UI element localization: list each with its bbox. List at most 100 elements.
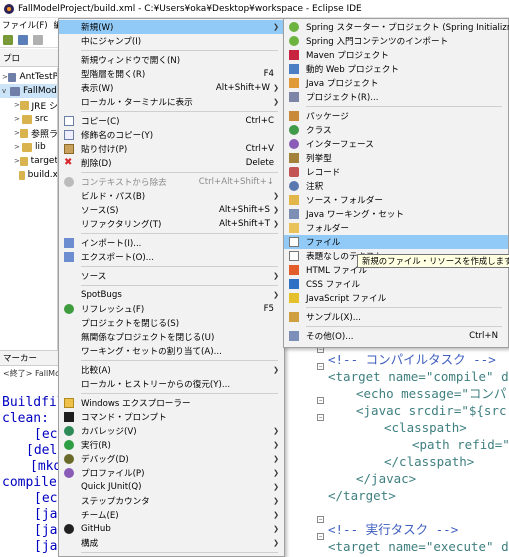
context-menu-item-label: ワーキング・セットの割り当て(A)... bbox=[81, 347, 222, 357]
console-line: [jav bbox=[34, 523, 58, 538]
context-menu-item[interactable]: コマンド・プロンプト bbox=[59, 410, 284, 424]
context-menu-item[interactable]: 比較(A) ❯ bbox=[59, 363, 284, 377]
xml-editor[interactable]: − − − − − − <!-- コンパイルタスク --> <target nam… bbox=[284, 341, 509, 557]
tree-twisty-icon[interactable]: > bbox=[14, 143, 22, 151]
context-menu-item[interactable]: リフレッシュ(F) F5 bbox=[59, 302, 284, 316]
fold-icon[interactable]: − bbox=[317, 516, 324, 523]
new-submenu-item[interactable]: レコード bbox=[284, 165, 508, 179]
chevron-right-icon: ❯ bbox=[273, 272, 279, 280]
context-menu-item[interactable]: インポート(I)... bbox=[59, 236, 284, 250]
context-menu-item[interactable]: 修飾名のコピー(Y) bbox=[59, 128, 284, 142]
context-menu-item[interactable]: 新規ウィンドウで開く(N) bbox=[59, 53, 284, 67]
context-menu-item[interactable]: エクスポート(O)... bbox=[59, 250, 284, 264]
context-menu-item[interactable]: ソース ❯ bbox=[59, 269, 284, 283]
new-submenu-item-label: その他(O)... bbox=[306, 332, 354, 342]
package-explorer-tab[interactable]: プロ bbox=[0, 49, 58, 67]
fold-icon[interactable]: − bbox=[317, 533, 324, 540]
tree-item[interactable]: > JRE シ bbox=[0, 98, 57, 112]
context-menu: 新規(W) ❯ 中にジャンプ(I) 新規ウィンドウで開く(N) 型階層を開く(R) F4 表… bbox=[58, 18, 285, 557]
new-submenu-item[interactable]: Java ワーキング・セット bbox=[284, 207, 508, 221]
new-submenu-item[interactable]: パッケージ bbox=[284, 109, 508, 123]
new-submenu-item[interactable]: Maven プロジェクト bbox=[284, 48, 508, 62]
tooltip-text: 新規のファイル・リソースを作成します bbox=[362, 256, 509, 266]
new-submenu-item[interactable]: Java プロジェクト bbox=[284, 76, 508, 90]
fold-icon[interactable]: − bbox=[317, 414, 324, 421]
context-menu-item[interactable]: ワーキング・セットの割り当て(A)... bbox=[59, 344, 284, 358]
save-all-icon[interactable] bbox=[33, 35, 43, 45]
context-menu-item-label: 比較(A) bbox=[81, 366, 111, 376]
tree-item[interactable]: > target bbox=[0, 154, 57, 168]
context-menu-item[interactable]: チーム(E) ❯ bbox=[59, 508, 284, 522]
console-line: [ec bbox=[34, 427, 58, 442]
context-menu-item-label: エクスポート(O)... bbox=[81, 253, 154, 263]
context-menu-item[interactable]: 無関係なプロジェクトを閉じる(U) bbox=[59, 330, 284, 344]
menu-separator bbox=[81, 285, 278, 286]
context-menu-item[interactable]: 実行(R) ❯ bbox=[59, 438, 284, 452]
new-submenu-item[interactable]: 列挙型 bbox=[284, 151, 508, 165]
context-menu-item[interactable]: Windows エクスプローラー bbox=[59, 396, 284, 410]
editor-line: <target name="compile" dep bbox=[328, 369, 509, 384]
context-menu-item[interactable]: ローカル・ターミナルに表示 ❯ bbox=[59, 95, 284, 109]
context-menu-item[interactable]: コピー(C) Ctrl+C bbox=[59, 114, 284, 128]
chevron-right-icon: ❯ bbox=[273, 427, 279, 435]
new-submenu-item[interactable]: ソース・フォルダー bbox=[284, 193, 508, 207]
new-submenu-item[interactable]: フォルダー bbox=[284, 221, 508, 235]
tree-item[interactable]: v FallMod bbox=[0, 84, 57, 98]
context-menu-item[interactable]: GitHub ❯ bbox=[59, 522, 284, 536]
chevron-right-icon: ❯ bbox=[273, 291, 279, 299]
context-menu-item[interactable]: 表示(W) Alt+Shift+W ❯ bbox=[59, 81, 284, 95]
context-menu-item[interactable]: 構成 ❯ bbox=[59, 536, 284, 550]
context-menu-item[interactable]: ステップカウンタ ❯ bbox=[59, 494, 284, 508]
new-submenu-item[interactable]: CSS ファイル bbox=[284, 277, 508, 291]
context-menu-item-label: 新規ウィンドウで開く(N) bbox=[81, 56, 181, 66]
menu-separator bbox=[81, 111, 278, 112]
context-menu-item[interactable]: 型階層を開く(R) F4 bbox=[59, 67, 284, 81]
menu-file[interactable]: ファイル(F) bbox=[2, 19, 48, 31]
fold-icon[interactable]: − bbox=[317, 363, 324, 370]
fold-icon[interactable]: − bbox=[317, 397, 324, 404]
tree-item[interactable]: build.x bbox=[0, 168, 57, 182]
tree-twisty-icon[interactable]: > bbox=[14, 115, 22, 123]
run-icon bbox=[64, 440, 74, 450]
context-menu-item[interactable]: ソース(S) Alt+Shift+S ❯ bbox=[59, 203, 284, 217]
context-menu-item[interactable]: リファクタリング(T) Alt+Shift+T ❯ bbox=[59, 217, 284, 231]
spring-icon bbox=[289, 36, 299, 46]
tree-item[interactable]: > 参照ラ bbox=[0, 126, 57, 140]
new-submenu-item[interactable]: クラス bbox=[284, 123, 508, 137]
context-menu-item[interactable]: ✖ 削除(D) Delete bbox=[59, 156, 284, 170]
new-submenu-item[interactable]: プロジェクト(R)... bbox=[284, 90, 508, 104]
new-submenu-item-label: Spring スターター・プロジェクト (Spring Initializr) bbox=[306, 23, 509, 33]
context-menu-item[interactable]: Quick JUnit(Q) ❯ bbox=[59, 480, 284, 494]
new-submenu-item[interactable]: その他(O)... Ctrl+N bbox=[284, 329, 508, 343]
console-tabs[interactable]: マーカー bbox=[0, 350, 58, 366]
context-menu-item[interactable]: 新規(W) ❯ bbox=[59, 20, 284, 34]
context-menu-item[interactable]: 中にジャンプ(I) bbox=[59, 34, 284, 48]
new-submenu-item[interactable]: サンプル(X)... bbox=[284, 310, 508, 324]
context-menu-item[interactable]: プロジェクトを閉じる(S) bbox=[59, 316, 284, 330]
tree-twisty-icon[interactable]: v bbox=[2, 87, 10, 95]
new-submenu-item[interactable]: JavaScript ファイル bbox=[284, 291, 508, 305]
new-icon[interactable] bbox=[3, 35, 13, 45]
new-submenu-item[interactable]: インターフェース bbox=[284, 137, 508, 151]
new-submenu-item-shortcut: Ctrl+N bbox=[469, 331, 498, 341]
context-menu-item[interactable]: 貼り付け(P) Ctrl+V bbox=[59, 142, 284, 156]
record-icon bbox=[289, 167, 299, 177]
new-submenu-item[interactable]: Spring スターター・プロジェクト (Spring Initializr) bbox=[284, 20, 509, 34]
context-menu-item-shortcut: Alt+Shift+W bbox=[215, 83, 270, 93]
tree-item[interactable]: > lib bbox=[0, 140, 57, 154]
window-title: FallModelProject/build.xml - C:¥Users¥ok… bbox=[18, 3, 362, 14]
context-menu-item[interactable]: SpotBugs ❯ bbox=[59, 288, 284, 302]
context-menu-item[interactable]: プロファイル(P) ❯ bbox=[59, 466, 284, 480]
context-menu-item[interactable]: ビルド・パス(B) ❯ bbox=[59, 189, 284, 203]
tree-item[interactable]: > src bbox=[0, 112, 57, 126]
untitled-text-icon bbox=[289, 251, 299, 261]
save-icon[interactable] bbox=[18, 35, 28, 45]
new-submenu-item[interactable]: Spring 入門コンテンツのインポート bbox=[284, 34, 508, 48]
context-menu-item[interactable]: カバレッジ(V) ❯ bbox=[59, 424, 284, 438]
new-submenu-item[interactable]: 注釈 bbox=[284, 179, 508, 193]
new-submenu-item[interactable]: ファイル bbox=[284, 235, 508, 249]
new-submenu-item[interactable]: 動的 Web プロジェクト bbox=[284, 62, 508, 76]
tree-item[interactable]: > AntTestP bbox=[0, 70, 57, 84]
context-menu-item[interactable]: ローカル・ヒストリーからの復元(Y)... bbox=[59, 377, 284, 391]
context-menu-item[interactable]: デバッグ(D) ❯ bbox=[59, 452, 284, 466]
